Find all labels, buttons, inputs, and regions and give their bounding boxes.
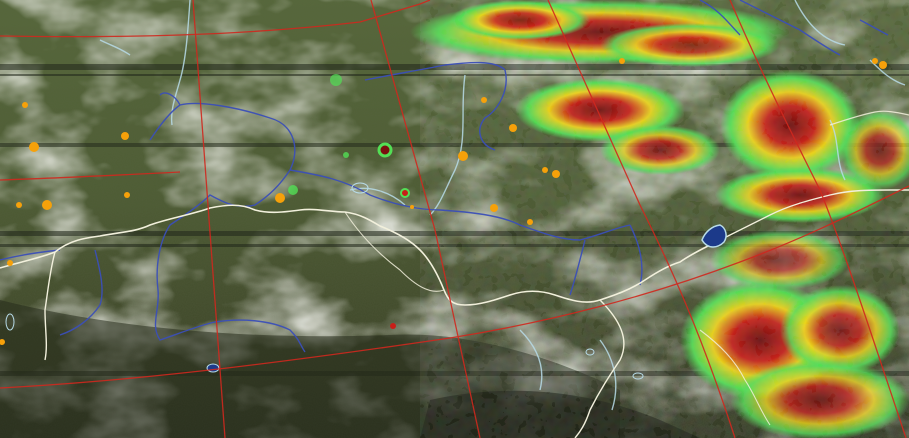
fire-marker[interactable] — [22, 102, 28, 108]
map-svg — [0, 0, 909, 438]
fire-marker[interactable] — [275, 193, 285, 203]
satellite-map[interactable] — [0, 0, 909, 438]
precipitation-overlay — [410, 0, 909, 438]
fire-marker[interactable] — [509, 124, 517, 132]
fire-marker[interactable] — [872, 58, 878, 64]
fire-marker[interactable] — [29, 142, 39, 152]
fire-marker[interactable] — [16, 202, 22, 208]
fire-marker[interactable] — [527, 219, 533, 225]
fire-marker[interactable] — [124, 192, 130, 198]
fire-marker[interactable] — [458, 151, 468, 161]
fire-marker[interactable] — [879, 61, 887, 69]
fire-marker[interactable] — [552, 170, 560, 178]
fire-marker[interactable] — [121, 132, 129, 140]
fire-marker[interactable] — [410, 205, 414, 209]
fire-marker[interactable] — [7, 260, 13, 266]
fire-marker[interactable] — [481, 97, 487, 103]
fire-marker[interactable] — [490, 204, 498, 212]
fire-marker[interactable] — [542, 167, 548, 173]
fire-marker[interactable] — [619, 58, 625, 64]
fire-marker[interactable] — [42, 200, 52, 210]
